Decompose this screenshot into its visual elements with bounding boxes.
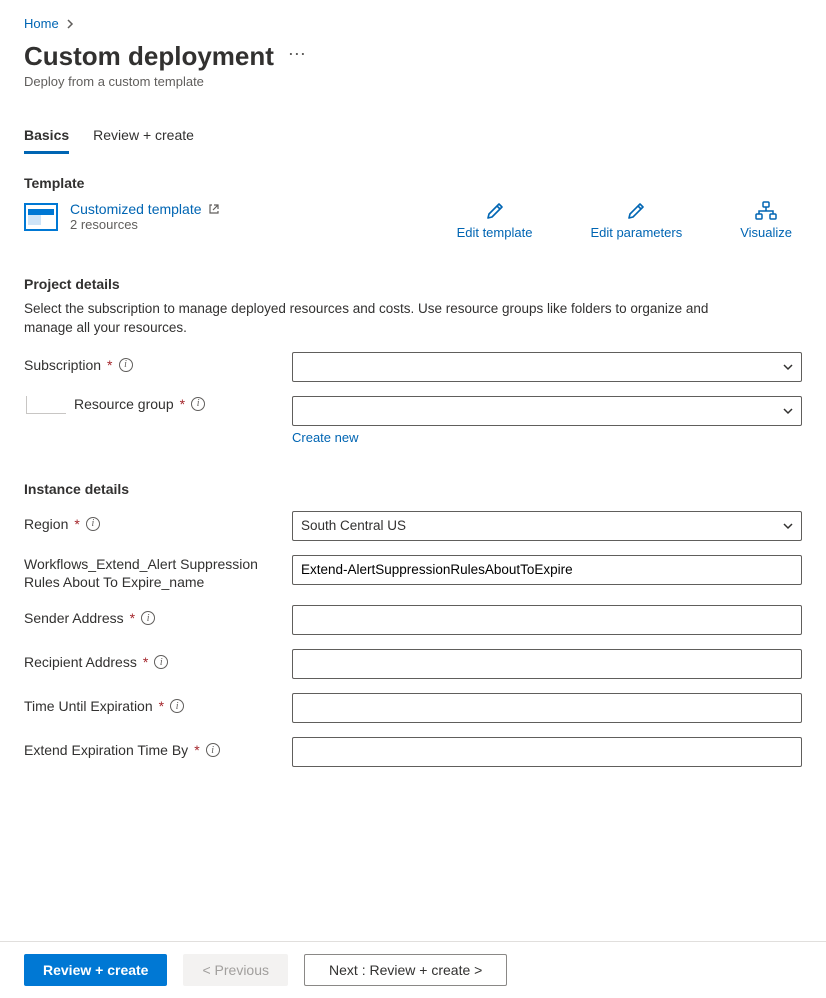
review-create-button[interactable]: Review + create <box>24 954 167 986</box>
recipient-address-input[interactable] <box>292 649 802 679</box>
breadcrumb-home-link[interactable]: Home <box>24 16 59 31</box>
page-title: Custom deployment <box>24 41 274 72</box>
info-icon[interactable]: i <box>141 611 155 625</box>
customized-template-link[interactable]: Customized template <box>70 201 220 217</box>
subscription-dropdown[interactable] <box>292 352 802 382</box>
subscription-label: Subscription* i <box>24 352 292 374</box>
workflow-name-label: Workflows_Extend_Alert Suppression Rules… <box>24 555 292 591</box>
pencil-icon <box>485 201 505 221</box>
project-details-heading: Project details <box>24 276 802 292</box>
info-icon[interactable]: i <box>86 517 100 531</box>
next-button[interactable]: Next : Review + create > <box>304 954 507 986</box>
extend-expiration-label: Extend Expiration Time By* i <box>24 737 292 759</box>
instance-details-heading: Instance details <box>24 481 802 497</box>
customized-template-label: Customized template <box>70 201 202 217</box>
template-heading: Template <box>24 175 802 191</box>
open-external-icon <box>208 203 220 215</box>
info-icon[interactable]: i <box>119 358 133 372</box>
page-subtitle: Deploy from a custom template <box>24 74 802 89</box>
project-details-description: Select the subscription to manage deploy… <box>24 300 744 338</box>
resource-group-dropdown[interactable] <box>292 396 802 426</box>
extend-expiration-input[interactable] <box>292 737 802 767</box>
breadcrumb: Home <box>24 12 802 31</box>
tab-review-create[interactable]: Review + create <box>93 121 194 154</box>
sender-address-input[interactable] <box>292 605 802 635</box>
edit-parameters-button[interactable]: Edit parameters <box>590 201 682 240</box>
more-icon[interactable]: ⋯ <box>288 38 308 65</box>
recipient-address-label: Recipient Address* i <box>24 649 292 671</box>
chevron-down-icon <box>781 360 795 374</box>
tab-bar: Basics Review + create <box>24 121 802 155</box>
resource-group-label: Resource group* i <box>74 396 205 414</box>
chevron-right-icon <box>65 19 75 29</box>
chevron-down-icon <box>781 404 795 418</box>
info-icon[interactable]: i <box>170 699 184 713</box>
edit-template-button[interactable]: Edit template <box>457 201 533 240</box>
footer-bar: Review + create < Previous Next : Review… <box>0 941 826 998</box>
hierarchy-branch <box>26 396 66 414</box>
previous-button[interactable]: < Previous <box>183 954 288 986</box>
pencil-icon <box>626 201 646 221</box>
create-new-link[interactable]: Create new <box>292 430 358 445</box>
template-resource-count: 2 resources <box>70 217 220 232</box>
hierarchy-icon <box>755 201 777 221</box>
info-icon[interactable]: i <box>206 743 220 757</box>
info-icon[interactable]: i <box>191 397 205 411</box>
visualize-button[interactable]: Visualize <box>740 201 792 240</box>
region-dropdown[interactable]: South Central US <box>292 511 802 541</box>
region-label: Region* i <box>24 511 292 533</box>
workflow-name-input[interactable] <box>292 555 802 585</box>
time-until-expiration-input[interactable] <box>292 693 802 723</box>
sender-address-label: Sender Address* i <box>24 605 292 627</box>
time-until-expiration-label: Time Until Expiration* i <box>24 693 292 715</box>
info-icon[interactable]: i <box>154 655 168 669</box>
chevron-down-icon <box>781 519 795 533</box>
tab-basics[interactable]: Basics <box>24 121 69 154</box>
template-icon <box>24 203 58 231</box>
